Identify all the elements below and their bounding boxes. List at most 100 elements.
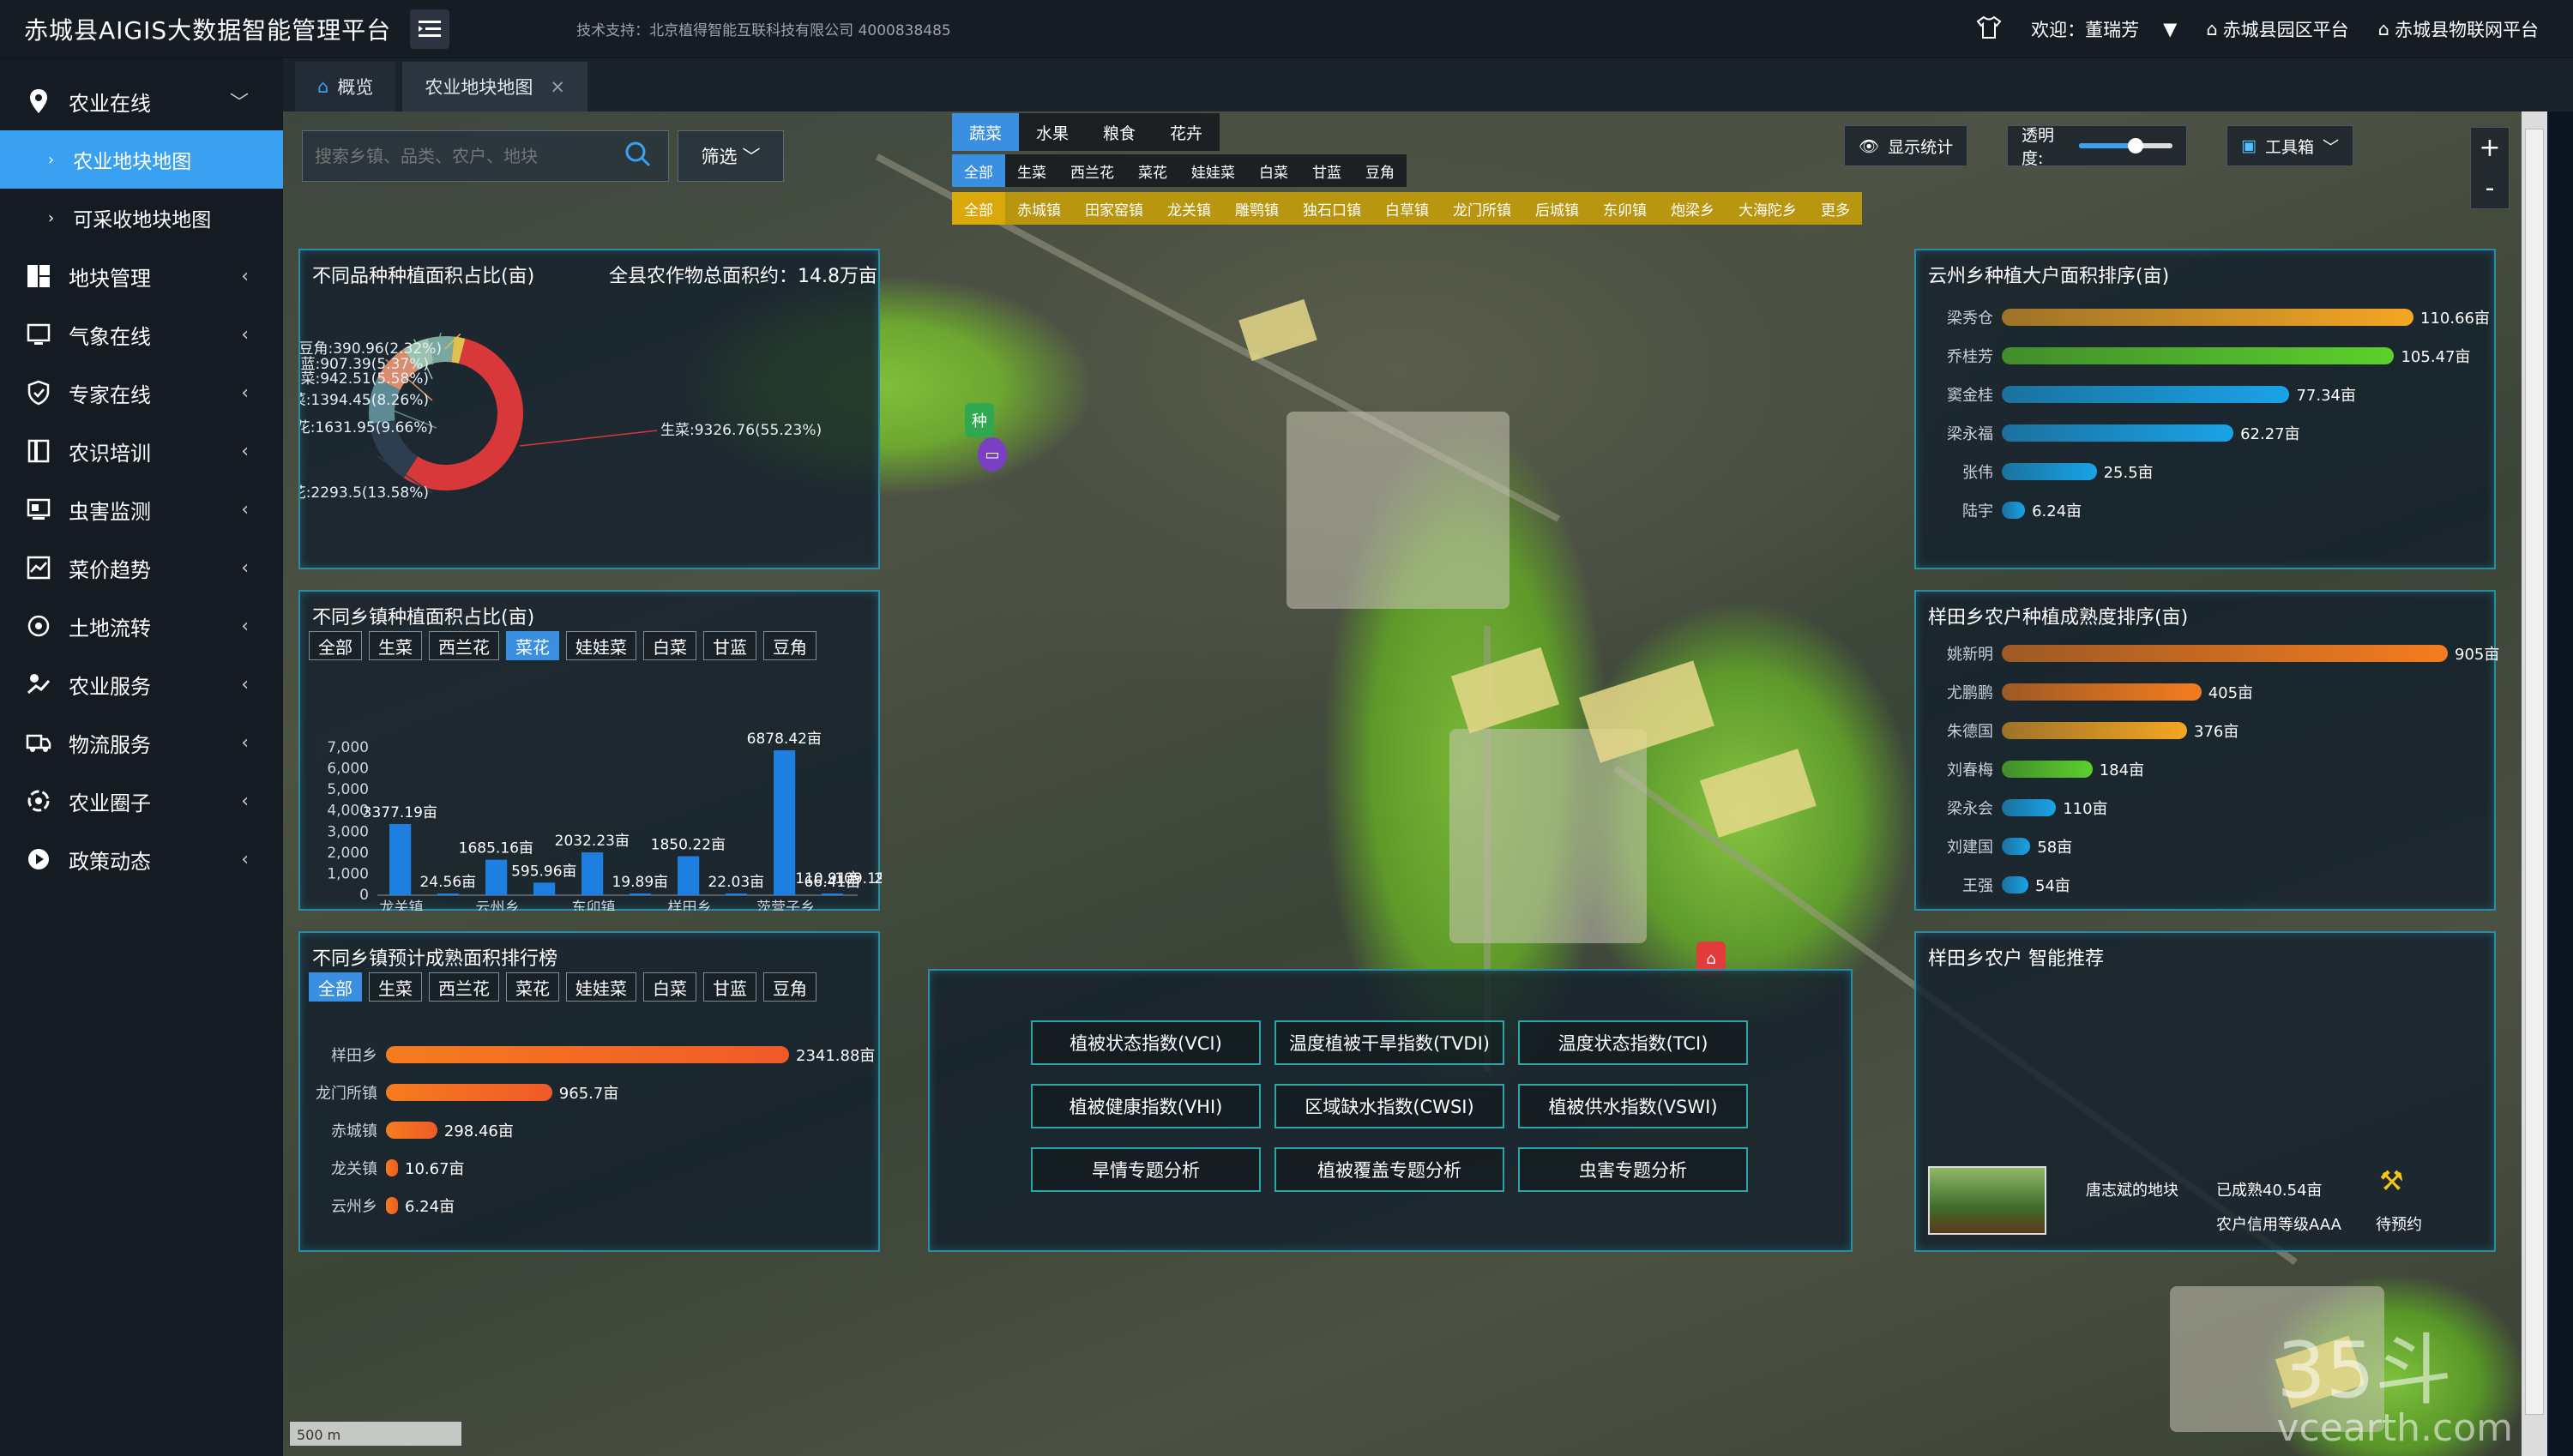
bar[interactable] xyxy=(533,882,556,895)
menu-toggle-icon[interactable] xyxy=(410,9,450,49)
rank-chip[interactable]: 甘蓝 xyxy=(703,972,756,1002)
opacity-slider-thumb[interactable] xyxy=(2127,138,2143,153)
bar-chip[interactable]: 全部 xyxy=(309,631,362,660)
sidebar-item-weather[interactable]: 气象在线 ‹ xyxy=(0,305,283,364)
index-analysis-button[interactable]: 温度状态指数(TCI) xyxy=(1518,1020,1748,1065)
category-fruit[interactable]: 水果 xyxy=(1019,113,1086,151)
town-more[interactable]: 更多 xyxy=(1809,192,1862,225)
index-analysis-button[interactable]: 虫害专题分析 xyxy=(1518,1147,1748,1192)
sidebar-sub-harvest-map[interactable]: › 可采收地块地图 xyxy=(0,189,283,247)
plot-marker-icon[interactable]: 种 xyxy=(965,403,994,437)
plot-photo[interactable] xyxy=(1928,1166,2046,1235)
rank-row[interactable]: 乔桂芳 105.47亩 xyxy=(1916,346,2470,366)
index-analysis-button[interactable]: 温度植被干旱指数(TVDI) xyxy=(1274,1020,1504,1065)
bar[interactable] xyxy=(485,859,508,895)
rank-row[interactable]: 云州乡 6.24亩 xyxy=(300,1195,455,1216)
town-item[interactable]: 田家窑镇 xyxy=(1073,192,1155,225)
rank-chip[interactable]: 娃娃菜 xyxy=(566,972,636,1002)
farmer-plot-name[interactable]: 唐志斌的地块 xyxy=(2086,1178,2178,1200)
crop-all[interactable]: 全部 xyxy=(952,154,1005,187)
map-canvas[interactable]: 种 ▭ ⌂ 筛选﹀ 蔬菜 水果 粮食 花卉 全部 生菜 西兰花 菜花 娃娃菜 白… xyxy=(283,111,2547,1456)
crop-broccoli[interactable]: 西兰花 xyxy=(1058,154,1126,187)
bar[interactable] xyxy=(774,749,796,895)
crop-kale[interactable]: 甘蓝 xyxy=(1300,154,1353,187)
rank-chip[interactable]: 生菜 xyxy=(369,972,422,1002)
rank-row[interactable]: 刘春梅 184亩 xyxy=(1916,759,2144,779)
sidebar-item-service[interactable]: 农业服务 ‹ xyxy=(0,655,283,713)
rank-row[interactable]: 尤鹏鹏 405亩 xyxy=(1916,682,2253,702)
index-analysis-button[interactable]: 区域缺水指数(CWSI) xyxy=(1274,1084,1504,1128)
zoom-out-button[interactable]: - xyxy=(2471,168,2509,208)
tab-overview[interactable]: ⌂ 概览 xyxy=(295,62,396,111)
sidebar-item-plots[interactable]: 地块管理 ‹ xyxy=(0,247,283,305)
rank-chip[interactable]: 白菜 xyxy=(643,972,696,1002)
show-stats-button[interactable]: 👁 显示统计 xyxy=(1844,125,1968,166)
rank-row[interactable]: 样田乡 2341.88亩 xyxy=(300,1044,875,1065)
town-item[interactable]: 白草镇 xyxy=(1373,192,1441,225)
bar[interactable] xyxy=(581,852,604,895)
map-scrollbar[interactable] xyxy=(2522,111,2547,1456)
sidebar-sub-plot-map[interactable]: › 农业地块地图 xyxy=(0,130,283,189)
town-item[interactable]: 炮梁乡 xyxy=(1659,192,1726,225)
sidebar-item-circle[interactable]: 农业圈子 ‹ xyxy=(0,772,283,830)
town-item[interactable]: 龙关镇 xyxy=(1155,192,1223,225)
rank-row[interactable]: 窦金桂 77.34亩 xyxy=(1916,384,2356,405)
filter-button[interactable]: 筛选 ﹀ xyxy=(678,130,784,182)
town-item[interactable]: 赤城镇 xyxy=(1005,192,1073,225)
rank-row[interactable]: 刘建国 58亩 xyxy=(1916,836,2072,857)
category-grain[interactable]: 粮食 xyxy=(1086,113,1153,151)
sidebar-item-pest[interactable]: 虫害监测 ‹ xyxy=(0,480,283,538)
town-item[interactable]: 独石口镇 xyxy=(1291,192,1373,225)
bar-chip[interactable]: 豆角 xyxy=(763,631,816,660)
bar[interactable] xyxy=(389,824,412,895)
rank-chip[interactable]: 全部 xyxy=(309,972,362,1002)
town-item[interactable]: 龙门所镇 xyxy=(1441,192,1523,225)
crop-baby-cabbage[interactable]: 娃娃菜 xyxy=(1179,154,1247,187)
rank-row[interactable]: 朱德国 376亩 xyxy=(1916,720,2239,741)
crop-lettuce[interactable]: 生菜 xyxy=(1005,154,1058,187)
index-analysis-button[interactable]: 植被状态指数(VCI) xyxy=(1031,1020,1261,1065)
rank-chip[interactable]: 菜花 xyxy=(506,972,559,1002)
sidebar-item-training[interactable]: 农识培训 ‹ xyxy=(0,422,283,480)
rank-row[interactable]: 梁秀仓 110.66亩 xyxy=(1916,307,2490,328)
user-menu[interactable]: 欢迎：董瑞芳 ▼ xyxy=(2031,16,2177,42)
crop-cabbage[interactable]: 白菜 xyxy=(1247,154,1300,187)
rank-row[interactable]: 龙门所镇 965.7亩 xyxy=(300,1082,618,1103)
tab-plot-map[interactable]: 农业地块地图 × xyxy=(402,62,588,111)
reserve-status[interactable]: 待预约 xyxy=(2376,1212,2422,1235)
bar[interactable] xyxy=(726,893,748,895)
town-item[interactable]: 大海陀乡 xyxy=(1726,192,1809,225)
rank-row[interactable]: 龙关镇 10.67亩 xyxy=(300,1158,465,1178)
rank-row[interactable]: 陆宇 6.24亩 xyxy=(1916,500,2082,520)
opacity-slider[interactable] xyxy=(2079,138,2172,153)
iot-platform-link[interactable]: ⌂ 赤城县物联网平台 xyxy=(2378,16,2539,42)
crop-cauliflower[interactable]: 菜花 xyxy=(1126,154,1179,187)
sidebar-item-expert[interactable]: 专家在线 ‹ xyxy=(0,364,283,422)
category-flower[interactable]: 花卉 xyxy=(1153,113,1220,151)
bar[interactable] xyxy=(678,856,700,895)
sidebar-item-policy[interactable]: 政策动态 ‹ xyxy=(0,830,283,888)
shirt-icon[interactable] xyxy=(1976,15,2002,44)
scrollbar-thumb[interactable] xyxy=(2525,129,2544,1415)
bar-chip[interactable]: 白菜 xyxy=(643,631,696,660)
crop-bean[interactable]: 豆角 xyxy=(1353,154,1407,187)
rank-row[interactable]: 梁永福 62.27亩 xyxy=(1916,423,2300,443)
bar[interactable] xyxy=(437,893,460,895)
rank-row[interactable]: 姚新明 905亩 xyxy=(1916,643,2499,664)
town-item[interactable]: 雕鹗镇 xyxy=(1223,192,1291,225)
poi-marker-icon[interactable]: ▭ xyxy=(978,437,1007,472)
rank-row[interactable]: 梁永会 110亩 xyxy=(1916,797,2108,818)
rank-chip[interactable]: 西兰花 xyxy=(429,972,499,1002)
rank-row[interactable]: 王强 54亩 xyxy=(1916,875,2070,895)
sidebar-item-price[interactable]: 菜价趋势 ‹ xyxy=(0,538,283,597)
index-analysis-button[interactable]: 植被健康指数(VHI) xyxy=(1031,1084,1261,1128)
park-platform-link[interactable]: ⌂ 赤城县园区平台 xyxy=(2206,16,2348,42)
bar-chip[interactable]: 娃娃菜 xyxy=(566,631,636,660)
search-icon[interactable] xyxy=(624,140,653,173)
close-icon[interactable]: × xyxy=(550,76,565,97)
bar-chip[interactable]: 西兰花 xyxy=(429,631,499,660)
index-analysis-button[interactable]: 植被覆盖专题分析 xyxy=(1274,1147,1504,1192)
town-all[interactable]: 全部 xyxy=(952,192,1005,225)
bar-chip[interactable]: 菜花 xyxy=(506,631,559,660)
index-analysis-button[interactable]: 植被供水指数(VSWI) xyxy=(1518,1084,1748,1128)
